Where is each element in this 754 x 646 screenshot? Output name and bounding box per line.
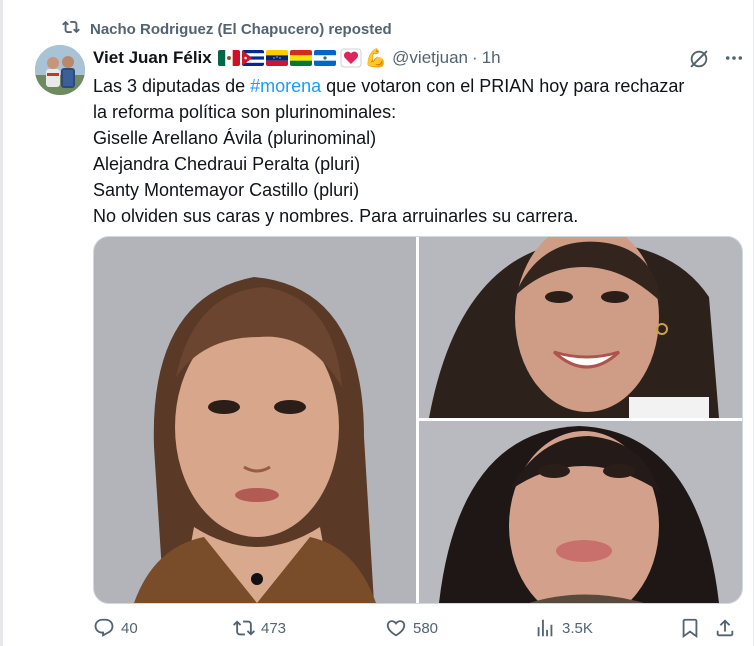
views-count: 3.5K <box>562 619 593 637</box>
photo-3[interactable] <box>419 421 742 603</box>
like-button[interactable]: 580 <box>385 615 438 641</box>
action-bar: 40 473 580 3.5K <box>93 615 743 641</box>
text-segment: Las 3 diputadas de <box>93 76 251 96</box>
text-segment: que votaron con el PRIAN hoy para rechaz… <box>321 76 685 96</box>
hashtag-link[interactable]: #morena <box>250 76 321 96</box>
tweet-text-line-4: Alejandra Chedraui Peralta (pluri) <box>93 154 361 174</box>
repost-button[interactable]: 473 <box>233 615 286 641</box>
like-count: 580 <box>413 619 439 637</box>
repost-icon <box>62 18 80 40</box>
share-button[interactable] <box>714 615 736 641</box>
repost-count: 473 <box>261 619 287 637</box>
share-icon <box>716 619 734 637</box>
more-options-icon[interactable] <box>724 46 744 70</box>
photo-1[interactable] <box>94 237 416 603</box>
reply-button[interactable]: 40 <box>93 615 138 641</box>
repost-action-icon <box>233 620 255 636</box>
reply-count: 40 <box>121 619 138 637</box>
tweet-text: Las 3 diputadas de #morena que votaron c… <box>93 73 743 229</box>
separator-dot: · <box>472 48 478 67</box>
grok-icon[interactable] <box>688 48 710 70</box>
left-frame-border <box>0 0 3 646</box>
heart-outline-icon <box>386 620 406 637</box>
nicaragua-flag-icon <box>313 50 336 66</box>
bolivia-flag-icon <box>289 50 312 66</box>
venezuela-flag-icon <box>265 50 288 66</box>
tweet-text-line-5: Santy Montemayor Castillo (pluri) <box>93 180 360 200</box>
repost-context[interactable]: Nacho Rodriguez (El Chapucero) reposted <box>62 18 392 40</box>
tweet-text-line-3: Giselle Arellano Ávila (plurinominal) <box>93 128 377 148</box>
bookmark-button[interactable] <box>679 615 701 641</box>
mexico-flag-icon <box>217 50 240 66</box>
timestamp[interactable]: 1h <box>482 48 501 68</box>
avatar[interactable] <box>35 45 85 95</box>
reply-icon <box>94 618 114 637</box>
photo-2[interactable] <box>419 237 742 418</box>
repost-context-text: Nacho Rodriguez (El Chapucero) reposted <box>90 20 392 38</box>
tweet-text-line-2: la reforma política son plurinominales: <box>93 102 397 122</box>
tweet-header: Viet Juan Félix 💪 @vietjuan · 1h <box>93 45 501 71</box>
author-handle[interactable]: @vietjuan <box>392 48 468 68</box>
tweet-text-line-6: No olviden sus caras y nombres. Para arr… <box>93 206 579 226</box>
heart-icon <box>340 48 362 68</box>
views-button[interactable]: 3.5K <box>534 615 593 641</box>
author-name[interactable]: Viet Juan Félix <box>93 48 212 68</box>
cuba-flag-icon <box>241 50 264 66</box>
flexed-biceps-icon: 💪 <box>364 48 388 68</box>
tweet-text-line-1: Las 3 diputadas de #morena que votaron c… <box>93 73 743 99</box>
media-grid <box>93 236 743 604</box>
author-emoji-list: 💪 <box>217 48 388 68</box>
bookmark-icon <box>682 618 698 639</box>
views-chart-icon <box>537 619 553 637</box>
